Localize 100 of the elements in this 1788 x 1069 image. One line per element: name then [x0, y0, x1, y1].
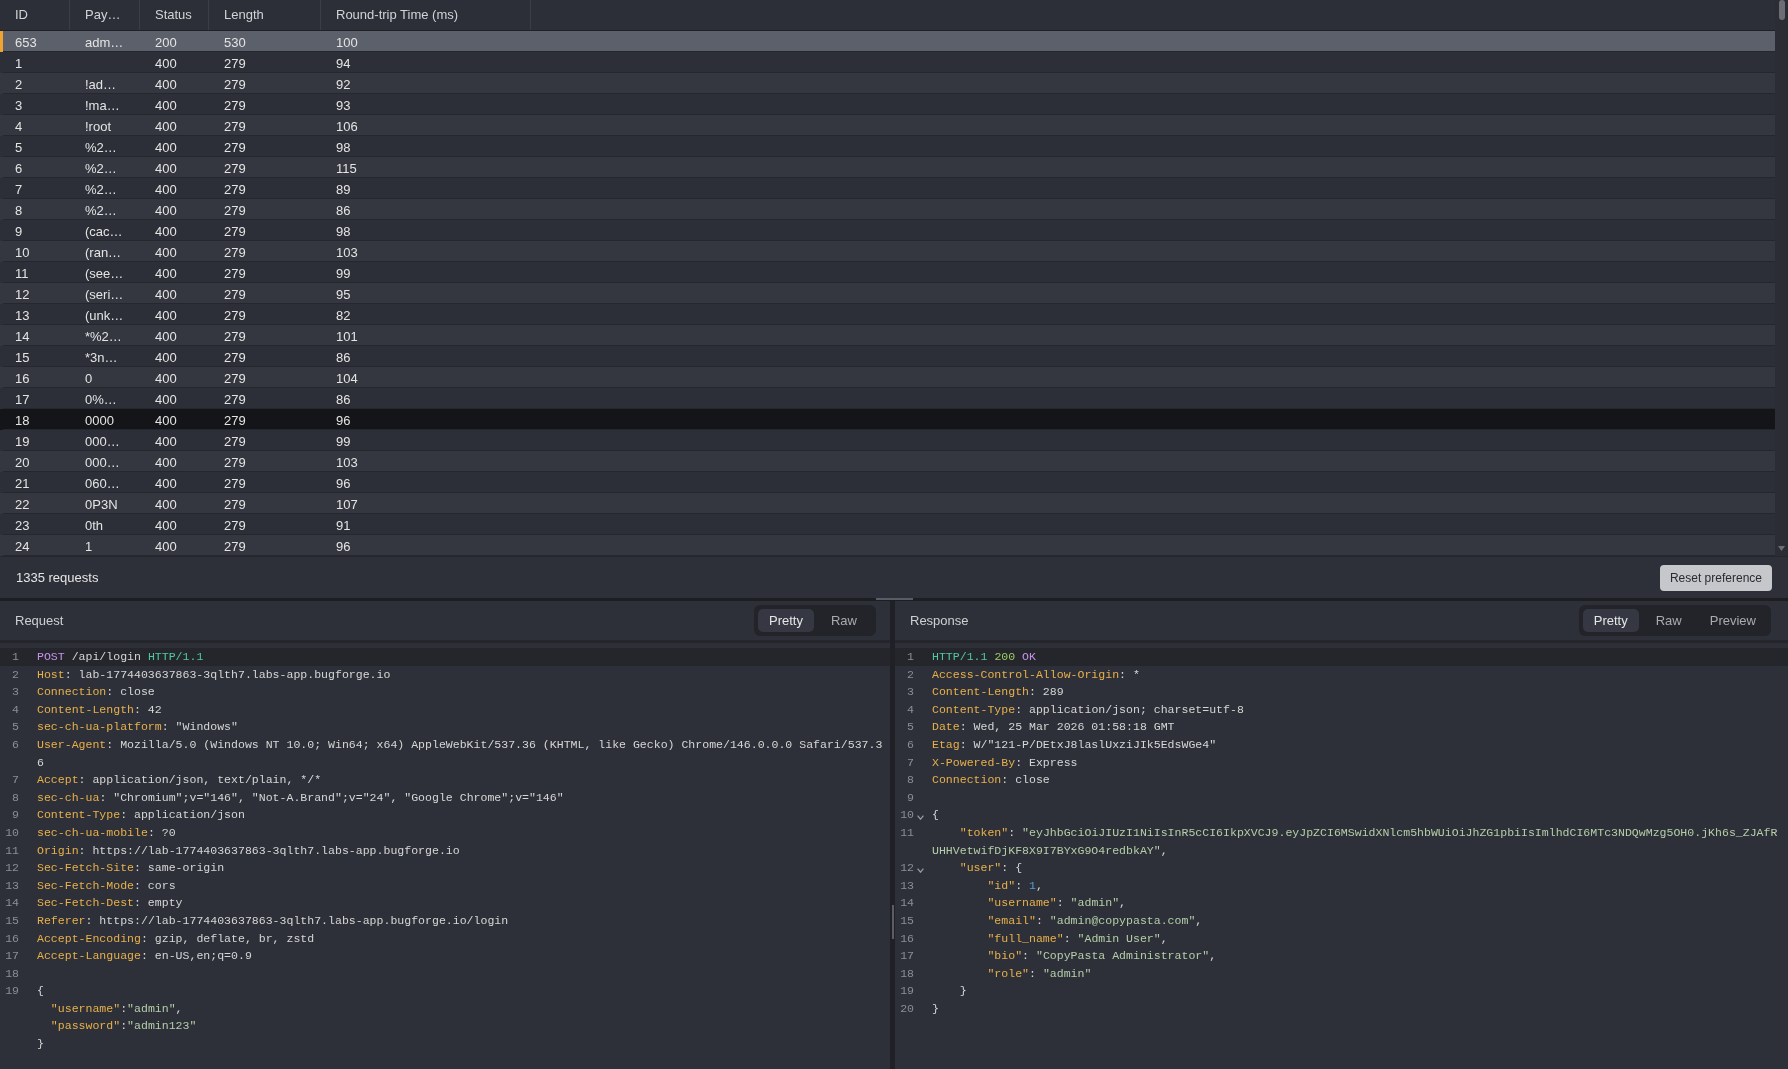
request-id: 23 [15, 517, 30, 533]
code-line: Origin: https://lab-1774403637863-3qlth7.labs-app.bugforge.io [37, 842, 460, 859]
response-length: 279 [224, 286, 246, 302]
payload-text: (cac… [85, 223, 123, 239]
view-tab[interactable]: Pretty [1582, 609, 1639, 632]
column-header[interactable]: Length [209, 0, 321, 30]
resize-handle[interactable] [875, 598, 913, 600]
code-line: "role": "admin" [986, 965, 1092, 982]
view-tab[interactable]: Pretty [758, 609, 814, 632]
line-number: 10 [5, 824, 19, 841]
column-header[interactable]: Pay… [70, 0, 140, 30]
status-code: 400 [155, 202, 177, 218]
code-line: } [958, 983, 967, 1000]
view-tab[interactable]: Raw [816, 609, 872, 632]
payload-text: !ad… [85, 76, 117, 92]
code-line: Referer: https://lab-1774403637863-3qlth7.labs-app.bugforge.io/login [37, 912, 509, 929]
table-row[interactable]: 22 0P3N 400 279 107 [0, 493, 1775, 514]
status-code: 400 [155, 118, 177, 134]
request-id: 653 [15, 34, 37, 50]
table-row[interactable]: 24 1 400 279 96 [0, 535, 1775, 556]
response-length: 279 [224, 517, 246, 533]
table-row[interactable]: 14 *%2… 400 279 101 [0, 325, 1775, 346]
status-code: 400 [155, 391, 177, 407]
column-header[interactable]: Round-trip Time (ms) [321, 0, 531, 30]
view-tab[interactable]: Raw [1640, 609, 1697, 632]
line-number: 20 [900, 1000, 914, 1017]
round-trip-time: 96 [336, 412, 351, 428]
table-row[interactable]: 18 0000 400 279 96 [0, 409, 1775, 430]
request-id: 16 [15, 370, 30, 386]
chevron-down-icon[interactable] [917, 814, 924, 820]
request-id: 2 [15, 76, 23, 92]
resize-handle[interactable] [891, 905, 894, 939]
column-header[interactable]: ID [0, 0, 70, 30]
line-number: 6 [12, 736, 19, 753]
request-count: 1335 requests [16, 568, 99, 587]
request-id: 11 [15, 265, 29, 281]
payload-text: 060… [85, 475, 120, 491]
line-number: 17 [5, 948, 19, 965]
round-trip-time: 82 [336, 307, 351, 323]
response-length: 279 [224, 328, 246, 344]
round-trip-time: 103 [336, 454, 358, 470]
scrollbar-thumb[interactable] [1778, 0, 1785, 20]
response-length: 279 [224, 139, 246, 155]
line-number: 8 [12, 789, 19, 806]
code-line: Access-Control-Allow-Origin: * [932, 666, 1140, 683]
round-trip-time: 107 [336, 496, 358, 512]
response-length: 279 [224, 160, 246, 176]
code-line: Etag: W/"121-P/DEtxJ8laslUxziJIk5EdsWGe4" [932, 736, 1217, 753]
payload-text: 0%… [85, 391, 117, 407]
table-row[interactable]: 8 %2… 400 279 86 [0, 199, 1775, 220]
round-trip-time: 104 [336, 370, 358, 386]
round-trip-time: 115 [336, 160, 357, 176]
payload-text: (seri… [85, 286, 124, 302]
request-id: 17 [15, 391, 30, 407]
response-length: 279 [224, 475, 246, 491]
table-row[interactable]: 12 (seri… 400 279 95 [0, 283, 1775, 304]
line-number: 14 [900, 895, 914, 912]
code-line: "full_name": "Admin User", [986, 930, 1168, 947]
panel-title: Response [910, 611, 969, 630]
table-row[interactable]: 4 !root 400 279 106 [0, 115, 1775, 136]
response-length: 530 [224, 34, 246, 50]
payload-text: !root [85, 118, 111, 134]
status-code: 400 [155, 223, 177, 239]
panel-title: Request [15, 611, 64, 630]
payload-text: 0 [85, 370, 93, 386]
code-line: Content-Type: application/json; charset=utf-8 [932, 701, 1244, 718]
round-trip-time: 99 [336, 265, 351, 281]
table-row[interactable]: 20 000… 400 279 103 [0, 451, 1775, 472]
column-header[interactable]: Status [140, 0, 209, 30]
line-number: 12 [5, 860, 19, 877]
line-number: 13 [5, 877, 19, 894]
line-number: 15 [5, 912, 19, 929]
request-id: 15 [15, 349, 30, 365]
status-code: 400 [155, 160, 177, 176]
line-number: 2 [12, 666, 19, 683]
payload-text: (unk… [85, 307, 124, 323]
code-line: "password":"admin123" [49, 1018, 197, 1035]
line-number: 6 [907, 736, 914, 753]
line-number: 19 [900, 983, 914, 1000]
table-row[interactable]: 2 !ad… 400 279 92 [0, 73, 1775, 94]
payload-text: 0th [85, 517, 104, 533]
payload-text: adm… [85, 34, 124, 50]
view-tab[interactable]: Preview [1698, 609, 1767, 632]
status-code: 400 [155, 244, 177, 260]
chevron-down-icon[interactable] [917, 867, 924, 873]
line-number: 18 [900, 965, 914, 982]
payload-text: %2… [85, 181, 117, 197]
round-trip-time: 86 [336, 391, 351, 407]
table-row[interactable]: 653 adm… 200 530 100 [0, 31, 1775, 52]
status-code: 400 [155, 433, 177, 449]
round-trip-time: 96 [336, 475, 351, 491]
scroll-down-arrow-icon[interactable] [1778, 546, 1785, 551]
status-code: 400 [155, 97, 177, 113]
reset-preference-button[interactable]: Reset preference [1659, 564, 1772, 591]
payload-text: 1 [85, 538, 93, 554]
table-row[interactable]: 16 0 400 279 104 [0, 367, 1775, 388]
table-row[interactable]: 6 %2… 400 279 115 [0, 157, 1775, 178]
table-row[interactable]: 10 (ran… 400 279 103 [0, 241, 1775, 262]
line-number: 7 [12, 772, 19, 789]
code-line: sec-ch-ua: "Chromium";v="146", "Not-A.Brand";v="24", "Google Chrome";v="146" [37, 789, 564, 806]
